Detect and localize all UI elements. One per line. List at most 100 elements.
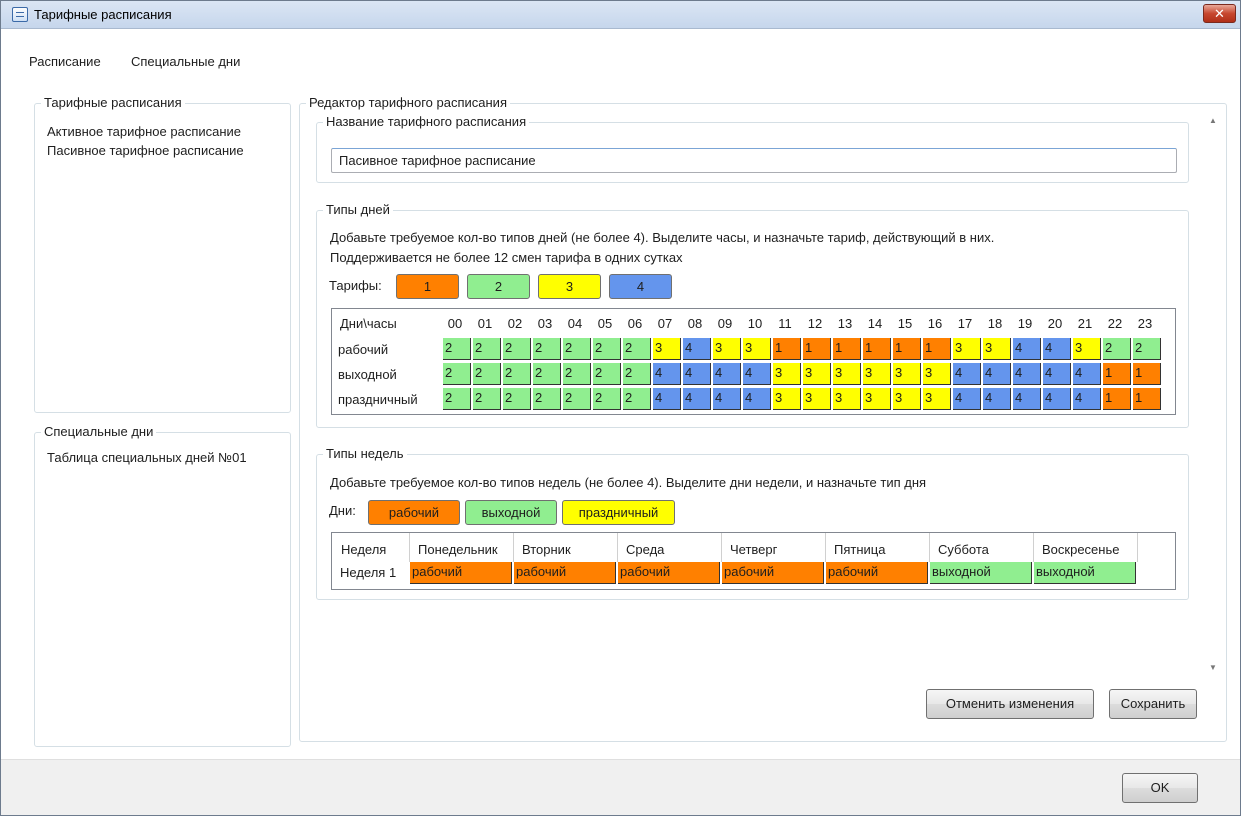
hour-cell[interactable]: 4 <box>1013 338 1041 360</box>
schedule-name-input[interactable]: Пасивное тарифное расписание <box>331 148 1177 173</box>
hour-cell[interactable]: 4 <box>953 363 981 385</box>
cancel-changes-button[interactable]: Отменить изменения <box>926 689 1094 719</box>
hour-cell[interactable]: 2 <box>533 338 561 360</box>
scroll-up-arrow-icon[interactable]: ▲ <box>1209 116 1217 125</box>
week-day-cell[interactable]: рабочий <box>826 562 928 584</box>
week-day-cell[interactable]: рабочий <box>410 562 512 584</box>
hour-cell[interactable]: 2 <box>503 363 531 385</box>
hour-cell[interactable]: 4 <box>1073 388 1101 410</box>
hour-cell[interactable]: 4 <box>1043 363 1071 385</box>
ok-button[interactable]: OK <box>1122 773 1198 803</box>
hour-cell[interactable]: 3 <box>773 363 801 385</box>
hour-cell[interactable]: 2 <box>623 338 651 360</box>
hour-cell[interactable]: 2 <box>503 388 531 410</box>
schedule-item-active[interactable]: Активное тарифное расписание <box>47 123 241 140</box>
hour-cell[interactable]: 4 <box>983 363 1011 385</box>
hour-cell[interactable]: 3 <box>833 388 861 410</box>
hour-cell[interactable]: 2 <box>533 363 561 385</box>
hour-cell[interactable]: 3 <box>1073 338 1101 360</box>
hour-cell[interactable]: 2 <box>443 363 471 385</box>
week-day-cell[interactable]: рабочий <box>722 562 824 584</box>
hour-cell[interactable]: 2 <box>473 363 501 385</box>
hour-cell[interactable]: 1 <box>833 338 861 360</box>
hour-cell[interactable]: 2 <box>533 388 561 410</box>
hour-cell[interactable]: 4 <box>653 388 681 410</box>
hour-cell[interactable]: 2 <box>473 388 501 410</box>
editor-vertical-scrollbar[interactable]: ▲ ▼ <box>1205 114 1222 674</box>
hour-cell[interactable]: 4 <box>683 363 711 385</box>
menu-special-days[interactable]: Специальные дни <box>126 51 245 71</box>
hour-cell[interactable]: 3 <box>653 338 681 360</box>
hour-cell[interactable]: 4 <box>1013 363 1041 385</box>
hour-cell[interactable]: 4 <box>1043 388 1071 410</box>
hour-cell[interactable]: 3 <box>803 363 831 385</box>
hour-cell[interactable]: 2 <box>593 338 621 360</box>
hour-cell[interactable]: 1 <box>1133 388 1161 410</box>
hour-cell[interactable]: 3 <box>863 363 891 385</box>
hour-cell[interactable]: 2 <box>593 388 621 410</box>
hour-cell[interactable]: 4 <box>683 338 711 360</box>
hour-cell[interactable]: 2 <box>443 338 471 360</box>
hour-cell[interactable]: 3 <box>923 388 951 410</box>
hour-cell[interactable]: 2 <box>563 338 591 360</box>
hour-cell[interactable]: 3 <box>953 338 981 360</box>
hour-cell[interactable]: 1 <box>1103 363 1131 385</box>
hour-cell[interactable]: 2 <box>593 363 621 385</box>
menu-schedule[interactable]: Расписание <box>24 51 106 71</box>
hour-cell[interactable]: 3 <box>863 388 891 410</box>
hour-cell[interactable]: 1 <box>893 338 921 360</box>
tariff-2-button[interactable]: 2 <box>467 274 530 299</box>
hour-cell[interactable]: 3 <box>743 338 771 360</box>
hour-cell[interactable]: 3 <box>773 388 801 410</box>
hour-cell[interactable]: 1 <box>923 338 951 360</box>
week-day-cell[interactable]: рабочий <box>618 562 720 584</box>
hour-cell[interactable]: 2 <box>1133 338 1161 360</box>
hour-cell[interactable]: 2 <box>563 363 591 385</box>
tariff-1-button[interactable]: 1 <box>396 274 459 299</box>
hour-cell[interactable]: 3 <box>923 363 951 385</box>
title-bar[interactable]: Тарифные расписания ✕ <box>1 1 1240 29</box>
special-days-table-item[interactable]: Таблица специальных дней №01 <box>47 449 247 466</box>
hour-cell[interactable]: 4 <box>713 363 741 385</box>
schedule-item-passive[interactable]: Пасивное тарифное расписание <box>47 142 244 159</box>
hour-cell[interactable]: 3 <box>803 388 831 410</box>
tariff-3-button[interactable]: 3 <box>538 274 601 299</box>
week-days-grid[interactable]: Неделя Понедельник Вторник Среда Четверг Пят… <box>331 532 1176 590</box>
week-day-cell[interactable]: выходной <box>930 562 1032 584</box>
hour-cell[interactable]: 4 <box>1073 363 1101 385</box>
close-button[interactable]: ✕ <box>1203 4 1236 23</box>
hour-cell[interactable]: 2 <box>563 388 591 410</box>
hour-cell[interactable]: 4 <box>1013 388 1041 410</box>
hour-cell[interactable]: 3 <box>713 338 741 360</box>
week-day-cell[interactable]: рабочий <box>514 562 616 584</box>
week-day-cell[interactable]: выходной <box>1034 562 1136 584</box>
hour-cell[interactable]: 3 <box>893 363 921 385</box>
hour-cell[interactable]: 2 <box>623 363 651 385</box>
hour-cell[interactable]: 4 <box>713 388 741 410</box>
day-hours-grid[interactable]: Дни\часы 00 01 02 03 04 05 06 07 08 09 10 11 12 13 14 1… <box>331 308 1176 415</box>
hour-cell[interactable]: 1 <box>1103 388 1131 410</box>
hour-cell[interactable]: 1 <box>803 338 831 360</box>
hour-cell[interactable]: 3 <box>983 338 1011 360</box>
save-button[interactable]: Сохранить <box>1109 689 1197 719</box>
hour-cell[interactable]: 4 <box>743 363 771 385</box>
hour-cell[interactable]: 1 <box>1133 363 1161 385</box>
hour-cell[interactable]: 4 <box>953 388 981 410</box>
hour-cell[interactable]: 4 <box>653 363 681 385</box>
tariff-4-button[interactable]: 4 <box>609 274 672 299</box>
hour-cell[interactable]: 3 <box>893 388 921 410</box>
day-type-workday-button[interactable]: рабочий <box>368 500 460 525</box>
hour-cell[interactable]: 4 <box>983 388 1011 410</box>
hour-cell[interactable]: 1 <box>773 338 801 360</box>
hour-cell[interactable]: 3 <box>833 363 861 385</box>
scroll-down-arrow-icon[interactable]: ▼ <box>1209 663 1217 672</box>
day-type-holiday-button[interactable]: праздничный <box>562 500 675 525</box>
hour-cell[interactable]: 2 <box>443 388 471 410</box>
hour-cell[interactable]: 4 <box>1043 338 1071 360</box>
hour-cell[interactable]: 1 <box>863 338 891 360</box>
hour-cell[interactable]: 2 <box>503 338 531 360</box>
hour-cell[interactable]: 4 <box>743 388 771 410</box>
hour-cell[interactable]: 2 <box>623 388 651 410</box>
hour-cell[interactable]: 2 <box>473 338 501 360</box>
day-type-weekend-button[interactable]: выходной <box>465 500 557 525</box>
